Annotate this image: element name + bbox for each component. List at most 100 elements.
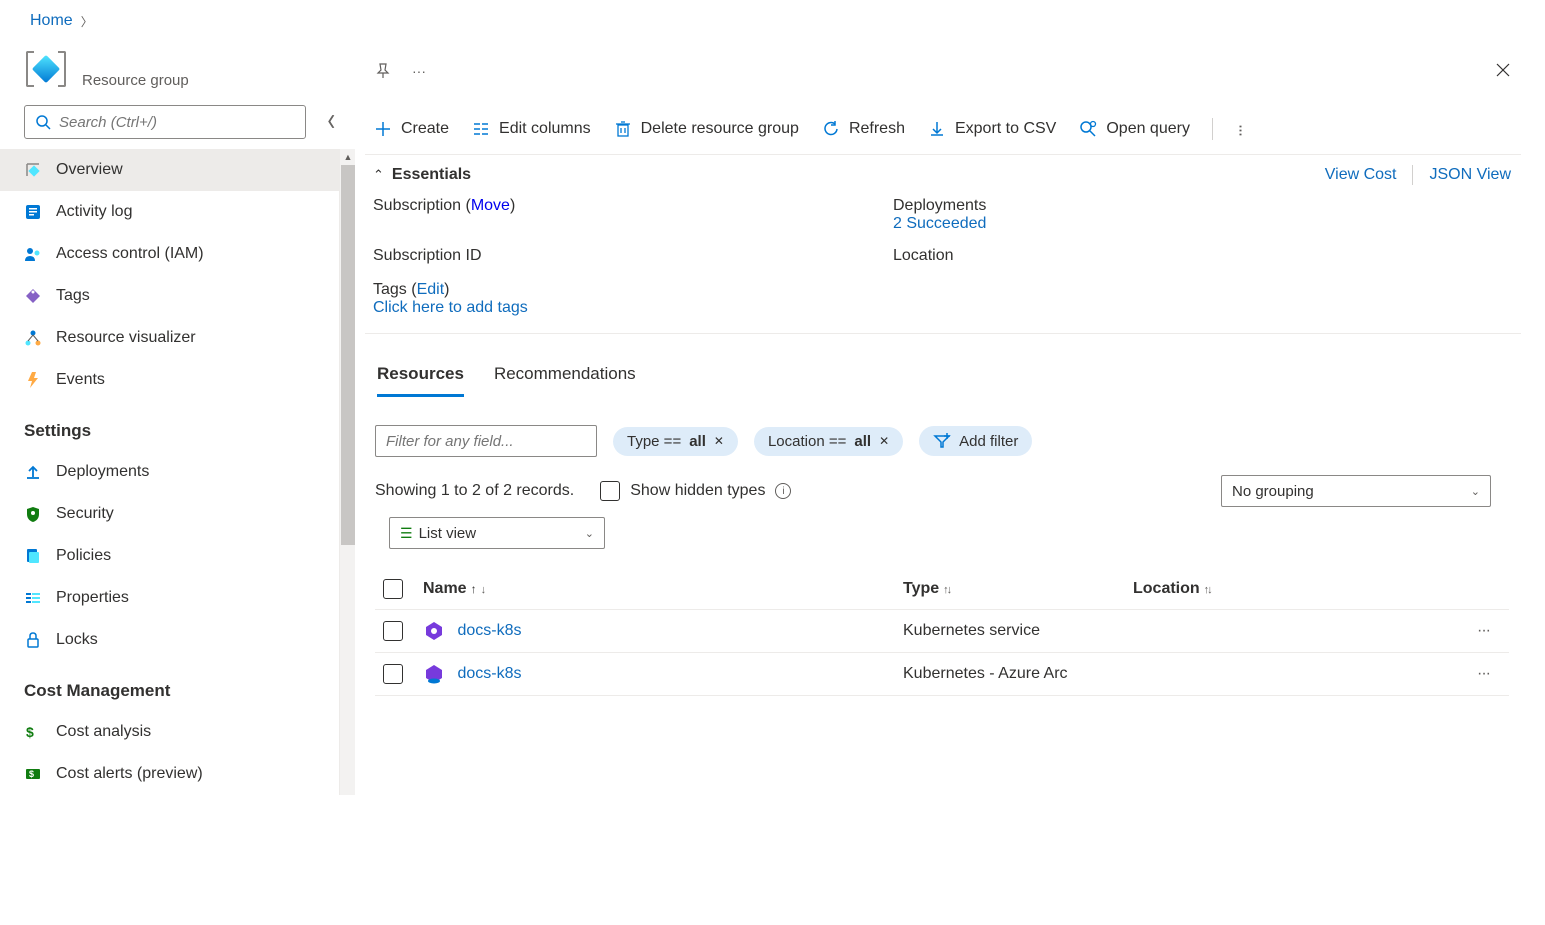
- resource-visualizer-icon: [24, 329, 42, 347]
- list-view-icon: ☰: [400, 525, 413, 541]
- resource-type: Kubernetes - Azure Arc: [895, 653, 1125, 696]
- chevron-right-icon: 〉: [81, 13, 93, 30]
- show-hidden-label: Show hidden types: [630, 482, 765, 500]
- toolbar: Create Edit columns Delete resource grou…: [365, 94, 1521, 155]
- breadcrumb-home[interactable]: Home: [30, 12, 73, 30]
- scroll-up-arrow[interactable]: ▲: [340, 149, 355, 165]
- open-query-button[interactable]: Open query: [1078, 119, 1190, 139]
- view-cost-link[interactable]: View Cost: [1325, 166, 1397, 184]
- tab-recommendations[interactable]: Recommendations: [494, 364, 636, 397]
- content-pane: ··· Create Edit columns Delete resource …: [355, 38, 1545, 795]
- properties-icon: [24, 589, 42, 607]
- sidebar-item-locks[interactable]: Locks: [0, 619, 340, 661]
- close-icon[interactable]: ✕: [879, 434, 889, 448]
- sidebar-item-tags[interactable]: Tags: [0, 275, 340, 317]
- move-link[interactable]: Move: [471, 197, 510, 214]
- sidebar-item-cost-alerts[interactable]: $ Cost alerts (preview): [0, 753, 340, 795]
- columns-icon: [471, 119, 491, 139]
- create-button[interactable]: Create: [373, 119, 449, 139]
- sidebar-item-policies[interactable]: Policies: [0, 535, 340, 577]
- row-more-button[interactable]: ···: [1469, 610, 1509, 653]
- sidebar-search[interactable]: [24, 105, 306, 139]
- sidebar-item-security[interactable]: Security: [0, 493, 340, 535]
- deployments-icon: [24, 463, 42, 481]
- sidebar-heading-cost: Cost Management: [0, 661, 340, 711]
- table-row[interactable]: docs-k8s Kubernetes - Azure Arc ···: [375, 653, 1509, 696]
- resource-location: [1125, 610, 1469, 653]
- refresh-icon: [821, 119, 841, 139]
- location-label: Location: [893, 247, 1521, 265]
- row-more-button[interactable]: ···: [1469, 653, 1509, 696]
- row-checkbox[interactable]: [383, 621, 403, 641]
- json-view-link[interactable]: JSON View: [1429, 166, 1511, 184]
- trash-icon: [613, 119, 633, 139]
- create-label: Create: [401, 120, 449, 138]
- refresh-button[interactable]: Refresh: [821, 119, 905, 139]
- edit-columns-button[interactable]: Edit columns: [471, 119, 591, 139]
- resources-table: Name↑↓ Type↑↓ Location↑↓ docs-k8s Kubern…: [375, 569, 1509, 696]
- sidebar-item-resource-visualizer[interactable]: Resource visualizer: [0, 317, 340, 359]
- sidebar-scrollbar[interactable]: ▲: [339, 149, 355, 795]
- deployments-value-link[interactable]: 2 Succeeded: [893, 215, 986, 232]
- tab-resources[interactable]: Resources: [377, 364, 464, 397]
- policies-icon: [24, 547, 42, 565]
- chevron-down-icon: ⌄: [1471, 485, 1480, 498]
- sidebar-item-properties[interactable]: Properties: [0, 577, 340, 619]
- chevron-down-icon: ⌄: [585, 527, 594, 540]
- show-hidden-checkbox[interactable]: [600, 481, 620, 501]
- column-header-name[interactable]: Name↑↓: [415, 569, 895, 610]
- table-row[interactable]: docs-k8s Kubernetes service ···: [375, 610, 1509, 653]
- filter-pill-type[interactable]: Type == all ✕: [613, 427, 738, 456]
- view-mode-dropdown[interactable]: ☰ List view ⌄: [389, 517, 605, 549]
- chevron-up-icon[interactable]: ⌃: [373, 167, 384, 183]
- column-header-location[interactable]: Location↑↓: [1125, 569, 1469, 610]
- sidebar-search-input[interactable]: [59, 114, 295, 131]
- sidebar-item-label: Overview: [56, 161, 123, 179]
- pin-button[interactable]: [365, 53, 401, 89]
- collapse-sidebar-button[interactable]: 〈〈: [320, 112, 335, 132]
- export-button[interactable]: Export to CSV: [927, 119, 1056, 139]
- delete-button[interactable]: Delete resource group: [613, 119, 799, 139]
- sidebar-item-label: Locks: [56, 631, 98, 649]
- add-filter-button[interactable]: Add filter: [919, 426, 1032, 456]
- sidebar-item-activity-log[interactable]: Activity log: [0, 191, 340, 233]
- grouping-dropdown[interactable]: No grouping ⌄: [1221, 475, 1491, 507]
- sidebar-item-cost-analysis[interactable]: $ Cost analysis: [0, 711, 340, 753]
- toolbar-more-button[interactable]: ···: [1230, 123, 1251, 135]
- column-header-type[interactable]: Type↑↓: [895, 569, 1125, 610]
- view-mode-value: List view: [419, 525, 477, 542]
- shield-icon: [24, 505, 42, 523]
- sidebar-item-overview[interactable]: Overview: [0, 149, 340, 191]
- plus-icon: [373, 119, 393, 139]
- filter-input[interactable]: [375, 425, 597, 457]
- resource-group-icon: [24, 50, 68, 88]
- more-button[interactable]: ···: [401, 53, 437, 89]
- resource-name-link[interactable]: docs-k8s: [457, 622, 521, 639]
- resource-group-subtitle: Resource group: [82, 72, 189, 89]
- close-button[interactable]: [1485, 52, 1521, 88]
- subscription-id-label: Subscription ID: [373, 247, 893, 265]
- sidebar-item-deployments[interactable]: Deployments: [0, 451, 340, 493]
- resource-name-link[interactable]: docs-k8s: [457, 665, 521, 682]
- sidebar-item-label: Resource visualizer: [56, 329, 196, 347]
- sidebar-item-label: Policies: [56, 547, 111, 565]
- scrollbar-thumb[interactable]: [341, 165, 355, 545]
- subscription-label: Subscription (Move): [373, 197, 893, 233]
- breadcrumb: Home 〉: [0, 0, 1545, 38]
- query-icon: [1078, 119, 1098, 139]
- tags-add-link[interactable]: Click here to add tags: [373, 299, 528, 316]
- select-all-checkbox[interactable]: [383, 579, 403, 599]
- close-icon[interactable]: ✕: [714, 434, 724, 448]
- row-checkbox[interactable]: [383, 664, 403, 684]
- info-icon[interactable]: i: [775, 483, 791, 499]
- overview-icon: [24, 161, 42, 179]
- resource-type: Kubernetes service: [895, 610, 1125, 653]
- essentials-title: Essentials: [392, 166, 471, 184]
- filter-pill-location[interactable]: Location == all ✕: [754, 427, 903, 456]
- tags-edit-link[interactable]: Edit: [417, 281, 445, 298]
- tabs: Resources Recommendations: [365, 334, 1521, 397]
- sidebar-item-access-control[interactable]: Access control (IAM): [0, 233, 340, 275]
- sidebar-item-label: Properties: [56, 589, 129, 607]
- sidebar-item-events[interactable]: Events: [0, 359, 340, 401]
- sidebar-item-label: Activity log: [56, 203, 132, 221]
